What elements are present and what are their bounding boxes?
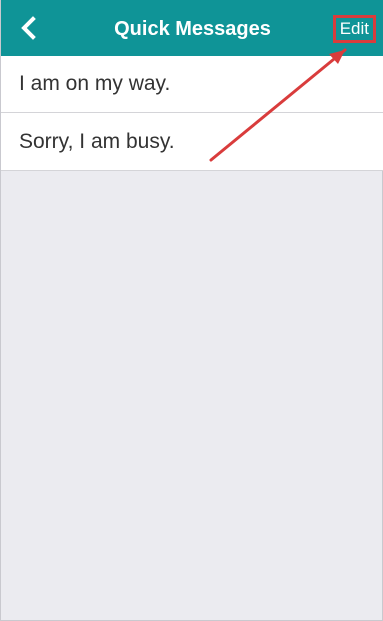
list-item-label: Sorry, I am busy.: [19, 129, 175, 153]
quick-message-list: I am on my way. Sorry, I am busy.: [1, 56, 383, 171]
chevron-left-icon: [21, 16, 36, 40]
list-item-label: I am on my way.: [19, 72, 171, 95]
edit-button[interactable]: Edit: [332, 15, 376, 43]
page-title: Quick Messages: [114, 18, 271, 40]
list-item[interactable]: Sorry, I am busy.: [1, 113, 383, 171]
back-button[interactable]: [13, 12, 45, 44]
list-item[interactable]: I am on my way.: [1, 56, 383, 113]
quick-messages-screen: Quick Messages Edit I am on my way. Sorr…: [0, 0, 383, 621]
top-bar: Quick Messages Edit: [1, 0, 383, 56]
